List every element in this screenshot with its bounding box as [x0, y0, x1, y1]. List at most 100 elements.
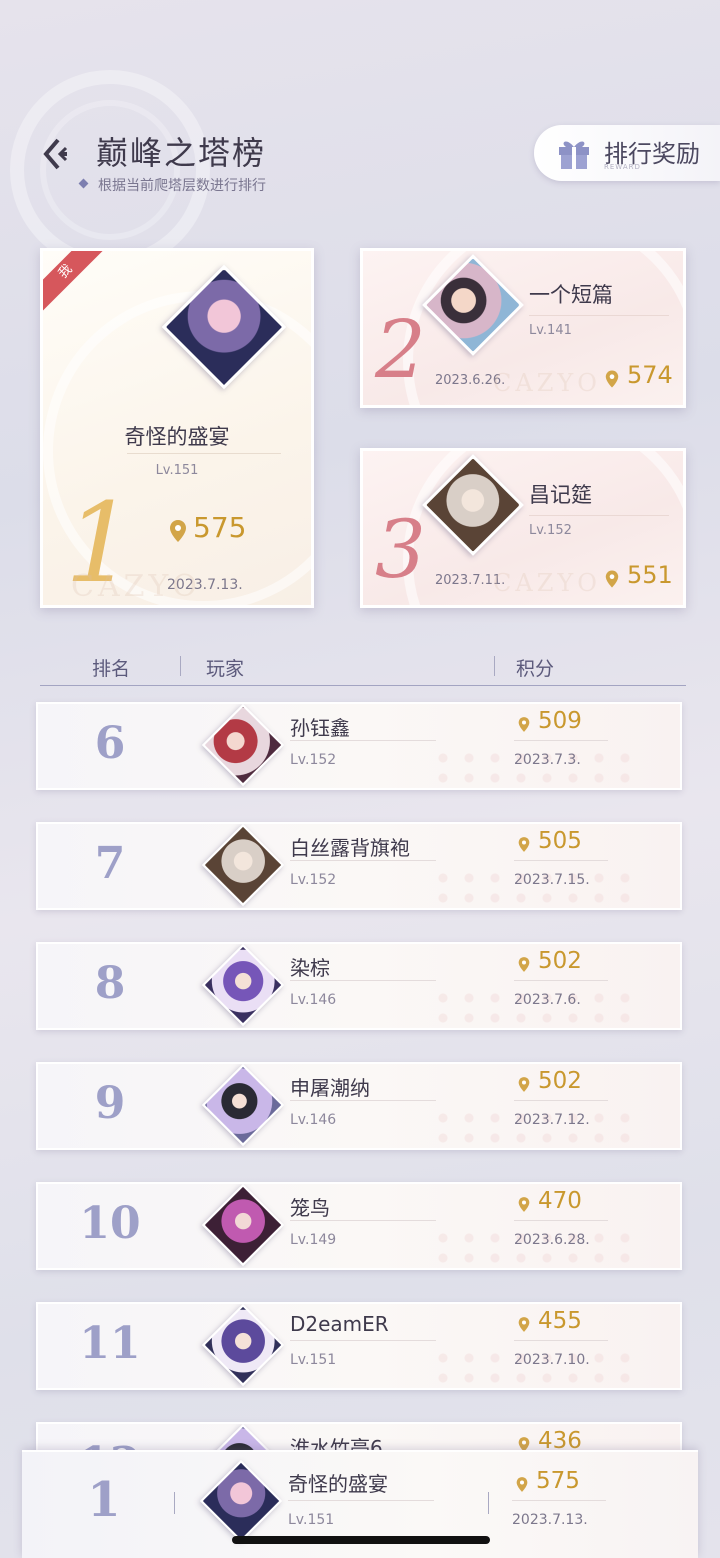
divider — [514, 1100, 608, 1101]
gift-icon — [559, 141, 589, 169]
player-name: 染棕 — [290, 956, 330, 980]
card-watermark: CAZYO — [493, 369, 601, 397]
location-pin-icon — [516, 1477, 528, 1492]
player-avatar — [201, 944, 285, 1027]
player-level: Lv.146 — [290, 992, 337, 1008]
player-avatar — [201, 824, 285, 907]
rank-3-card[interactable]: 昌记筵 Lv.152 3 2023.7.11. 551 CAZYO — [360, 448, 686, 608]
home-indicator[interactable] — [232, 1536, 490, 1544]
divider — [290, 740, 436, 741]
player-name: 申屠潮纳 — [290, 1076, 370, 1100]
divider — [290, 1100, 436, 1101]
player-level: Lv.152 — [290, 872, 337, 888]
divider — [290, 860, 436, 861]
player-level: Lv.151 — [155, 463, 199, 478]
rank-number: 7 — [94, 838, 126, 889]
player-level: Lv.149 — [290, 1232, 337, 1248]
player-name: D2eamER — [290, 1312, 389, 1336]
card-watermark: CAZYO — [493, 569, 601, 597]
player-level: Lv.152 — [529, 523, 572, 538]
location-pin-icon — [518, 1317, 530, 1332]
player-level: Lv.151 — [288, 1512, 335, 1528]
rank-2-card[interactable]: 一个短篇 Lv.141 2 2023.6.26. 574 CAZYO — [360, 248, 686, 408]
ranking-reward-sublabel: REWARD — [604, 163, 641, 171]
back-arrow-icon — [43, 138, 68, 170]
divider — [512, 1500, 606, 1501]
location-pin-icon — [518, 957, 530, 972]
leaderboard-row[interactable]: 10 笼鸟 Lv.149 470 2023.6.28. — [36, 1182, 682, 1270]
player-score: 551 — [627, 561, 673, 589]
player-name: 奇怪的盛宴 — [288, 1472, 388, 1496]
player-level: Lv.151 — [290, 1352, 337, 1368]
divider — [288, 1500, 434, 1501]
player-score: 505 — [538, 828, 582, 854]
column-separator — [174, 1492, 175, 1514]
location-pin-icon — [605, 570, 619, 588]
divider — [529, 515, 669, 516]
leaderboard-header: 排名 玩家 积分 — [40, 646, 686, 686]
player-name: 白丝露背旗袍 — [290, 836, 410, 860]
player-score: 470 — [538, 1188, 582, 1214]
record-date: 2023.7.6. — [514, 992, 581, 1008]
divider — [514, 980, 608, 981]
location-pin-icon — [605, 370, 619, 388]
diamond-bullet-icon — [78, 178, 89, 189]
column-player: 玩家 — [206, 658, 245, 680]
player-avatar — [201, 1184, 285, 1267]
divider — [127, 453, 281, 454]
player-level: Lv.152 — [290, 752, 337, 768]
player-score: 455 — [538, 1308, 582, 1334]
player-name: 奇怪的盛宴 — [124, 425, 230, 449]
ranking-reward-button[interactable]: 排行奖励 REWARD — [534, 125, 720, 181]
player-name: 笼鸟 — [290, 1196, 330, 1220]
player-score: 575 — [536, 1468, 580, 1494]
leaderboard-row[interactable]: 6 孙钰鑫 Lv.152 509 2023.7.3. — [36, 702, 682, 790]
divider — [514, 860, 608, 861]
location-pin-icon — [170, 520, 186, 542]
record-date: 2023.7.13. — [512, 1512, 588, 1528]
player-avatar — [201, 1064, 285, 1147]
player-score: 575 — [193, 511, 247, 544]
divider — [290, 1220, 436, 1221]
page-header: 巅峰之塔榜 根据当前爬塔层数进行排行 排行奖励 REWARD — [0, 120, 720, 200]
player-avatar — [201, 704, 285, 787]
rank-number: 1 — [87, 1472, 121, 1528]
player-name: 一个短篇 — [529, 283, 613, 307]
rank-number: 11 — [79, 1318, 141, 1369]
player-score: 574 — [627, 361, 673, 389]
leaderboard-row[interactable]: 11 D2eamER Lv.151 455 2023.7.10. — [36, 1302, 682, 1390]
divider — [290, 980, 436, 981]
player-avatar — [199, 1459, 283, 1543]
card-watermark: CAZYO — [71, 569, 201, 604]
column-separator — [494, 656, 495, 676]
player-level: Lv.146 — [290, 1112, 337, 1128]
player-score: 502 — [538, 948, 582, 974]
leaderboard-row[interactable]: 8 染棕 Lv.146 502 2023.7.6. — [36, 942, 682, 1030]
column-score: 积分 — [516, 658, 555, 680]
column-separator — [488, 1492, 489, 1514]
page-subtitle: 根据当前爬塔层数进行排行 — [98, 178, 266, 194]
back-button[interactable] — [38, 134, 78, 174]
record-date: 2023.7.12. — [514, 1112, 590, 1128]
rank-1-card[interactable]: 我 奇怪的盛宴 Lv.151 1 575 2023.7.13. CAZYO — [40, 248, 314, 608]
location-pin-icon — [518, 1197, 530, 1212]
player-name: 昌记筵 — [529, 483, 592, 507]
player-score: 509 — [538, 708, 582, 734]
rank-number: 6 — [94, 718, 126, 769]
location-pin-icon — [518, 717, 530, 732]
divider — [290, 1340, 436, 1341]
column-separator — [180, 656, 181, 676]
leaderboard-row[interactable]: 9 申屠潮纳 Lv.146 502 2023.7.12. — [36, 1062, 682, 1150]
divider — [514, 740, 608, 741]
player-avatar — [201, 1304, 285, 1387]
location-pin-icon — [518, 837, 530, 852]
rank-number: 8 — [94, 958, 126, 1009]
record-date: 2023.7.3. — [514, 752, 581, 768]
column-rank: 排名 — [92, 658, 131, 680]
leaderboard-row[interactable]: 7 白丝露背旗袍 Lv.152 505 2023.7.15. — [36, 822, 682, 910]
me-badge: 我 — [43, 251, 106, 312]
player-score: 502 — [538, 1068, 582, 1094]
rank-number: 3 — [375, 503, 426, 596]
rank-number: 10 — [79, 1198, 141, 1249]
location-pin-icon — [518, 1077, 530, 1092]
